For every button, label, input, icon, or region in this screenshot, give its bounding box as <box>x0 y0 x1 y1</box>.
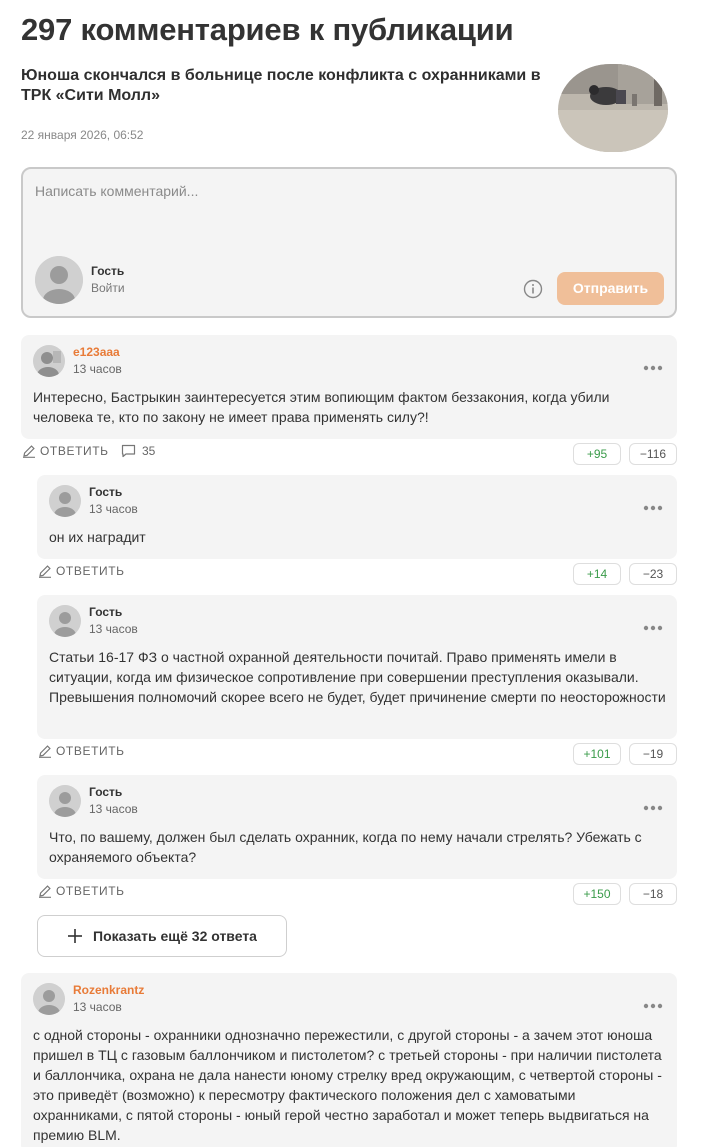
info-icon[interactable] <box>523 279 543 299</box>
comment-time: 13 часов <box>89 802 138 816</box>
show-more-replies-button[interactable]: Показать ещё 32 ответа <box>37 915 287 957</box>
reply-button[interactable]: ОТВЕТИТЬ <box>38 744 125 758</box>
comment-text: с одной стороны - охранники однозначно п… <box>33 1027 662 1143</box>
user-avatar-icon <box>33 345 65 377</box>
pencil-icon <box>23 445 35 458</box>
reply-card: Гость 13 часов он их наградит <box>37 475 677 559</box>
comment-text: Что, по вашему, должен был сделать охран… <box>49 829 642 865</box>
pencil-icon <box>39 565 51 578</box>
like-button[interactable]: +95 <box>573 443 621 465</box>
like-button[interactable]: +150 <box>573 883 621 905</box>
reply-button[interactable]: ОТВЕТИТЬ <box>38 564 125 578</box>
article-title[interactable]: Юноша скончался в больнице после конфлик… <box>21 66 541 106</box>
comment-time: 13 часов <box>89 502 138 516</box>
user-avatar-icon <box>49 785 81 817</box>
user-avatar-icon <box>35 256 83 304</box>
comment-author[interactable]: e123aaa <box>73 345 120 359</box>
like-button[interactable]: +14 <box>573 563 621 585</box>
comment-text: Статьи 16-17 ФЗ о частной охранной деяте… <box>49 649 666 705</box>
replies-count: 35 <box>142 444 156 458</box>
article-date: 22 января 2026, 06:52 <box>21 128 144 142</box>
comment-author[interactable]: Rozenkrantz <box>73 983 144 997</box>
plus-icon <box>68 929 83 943</box>
comment-input[interactable]: Написать комментарий... <box>35 183 198 199</box>
comment-author[interactable]: Гость <box>89 485 122 499</box>
comment-author[interactable]: Гость <box>89 605 122 619</box>
like-button[interactable]: +101 <box>573 743 621 765</box>
send-button[interactable]: Отправить <box>557 272 664 305</box>
comment-actions: ОТВЕТИТЬ 35 +95 −116 <box>21 443 677 465</box>
more-dots-icon[interactable] <box>643 618 663 631</box>
comment-text: он их наградит <box>49 529 146 545</box>
dislike-button[interactable]: −116 <box>629 443 677 465</box>
comment-form: Написать комментарий... Гость Войти Отпр… <box>21 167 677 318</box>
comment-time: 13 часов <box>73 362 122 376</box>
pencil-icon <box>39 885 51 898</box>
user-avatar-icon <box>49 605 81 637</box>
comment-actions: ОТВЕТИТЬ +150 −18 <box>37 883 677 905</box>
reply-label: ОТВЕТИТЬ <box>56 564 125 578</box>
comment-text: Интересно, Бастрыкин заинтересуется этим… <box>33 389 610 425</box>
page-title: 297 комментариев к публикации <box>21 12 514 47</box>
pencil-icon <box>39 745 51 758</box>
reply-label: ОТВЕТИТЬ <box>40 444 109 458</box>
more-dots-icon[interactable] <box>643 498 663 511</box>
user-avatar-icon <box>49 485 81 517</box>
dislike-button[interactable]: −18 <box>629 883 677 905</box>
guest-name: Гость <box>91 264 125 278</box>
reply-card: Гость 13 часов Статьи 16-17 ФЗ о частной… <box>37 595 677 739</box>
replies-count-button[interactable]: 35 <box>121 444 155 458</box>
more-dots-icon[interactable] <box>643 358 663 371</box>
comment-time: 13 часов <box>89 622 138 636</box>
login-link[interactable]: Войти <box>91 281 125 295</box>
reply-label: ОТВЕТИТЬ <box>56 884 125 898</box>
comment-actions: ОТВЕТИТЬ +101 −19 <box>37 743 677 765</box>
dislike-button[interactable]: −19 <box>629 743 677 765</box>
comment-time: 13 часов <box>73 1000 122 1014</box>
reply-card: Гость 13 часов Что, по вашему, должен бы… <box>37 775 677 879</box>
dislike-button[interactable]: −23 <box>629 563 677 585</box>
comment-card: e123aaa 13 часов Интересно, Бастрыкин за… <box>21 335 677 439</box>
reply-button[interactable]: ОТВЕТИТЬ <box>22 444 109 458</box>
news-thumbnail[interactable] <box>558 64 668 152</box>
reply-label: ОТВЕТИТЬ <box>56 744 125 758</box>
comment-bubble-icon <box>121 444 136 458</box>
user-avatar-icon <box>33 983 65 1015</box>
more-dots-icon[interactable] <box>643 996 663 1009</box>
comment-card: Rozenkrantz 13 часов с одной стороны - о… <box>21 973 677 1147</box>
comment-actions: ОТВЕТИТЬ +14 −23 <box>37 563 677 585</box>
more-dots-icon[interactable] <box>643 798 663 811</box>
comment-author[interactable]: Гость <box>89 785 122 799</box>
show-more-label: Показать ещё 32 ответа <box>93 928 257 944</box>
reply-button[interactable]: ОТВЕТИТЬ <box>38 884 125 898</box>
